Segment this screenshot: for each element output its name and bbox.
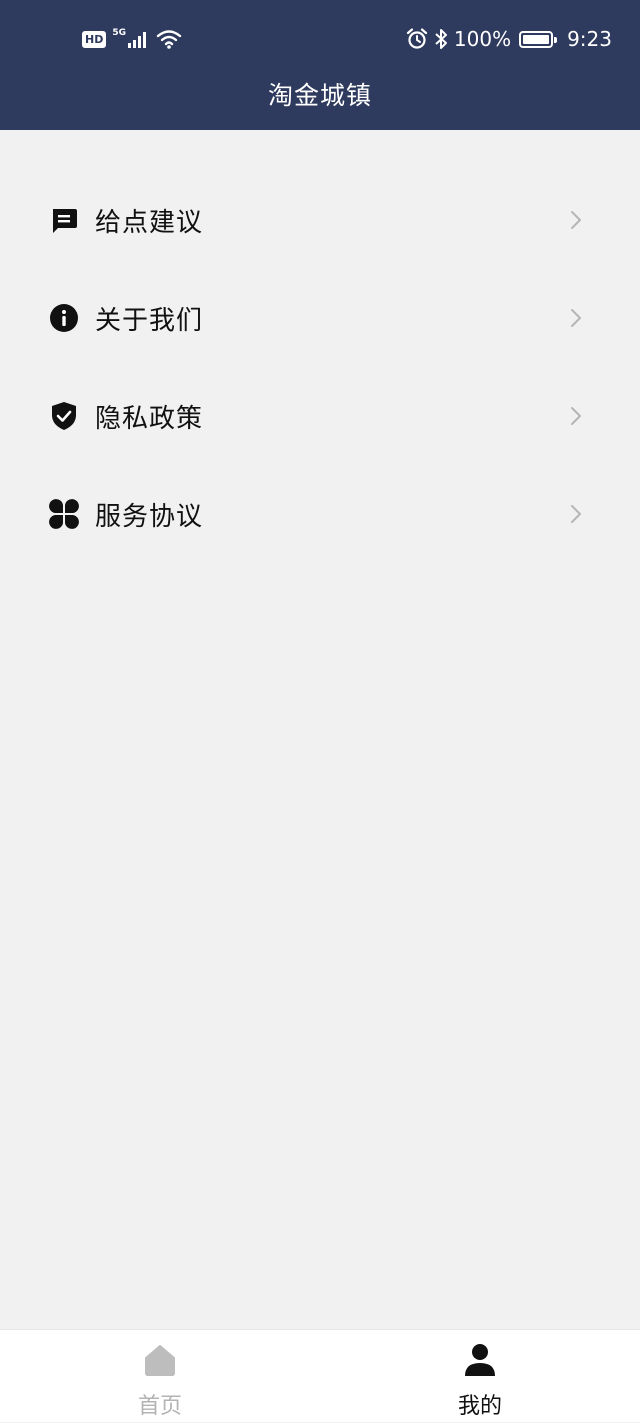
clover-icon [48, 498, 80, 530]
battery-percent: 100% [453, 27, 512, 51]
menu-item-label: 隐私政策 [95, 403, 204, 434]
menu-item-feedback[interactable]: 给点建议 [0, 171, 640, 269]
tab-label: 首页 [137, 1394, 182, 1419]
app-header: HD 5G 100% 9:23 淘金城镇 [0, 0, 640, 130]
hd-badge: HD [82, 30, 107, 48]
menu-item-label: 服务协议 [95, 501, 204, 532]
battery-fill [523, 34, 550, 44]
battery-icon [519, 30, 558, 48]
signal-icon [128, 32, 146, 48]
menu-item-service-agreement[interactable]: 服务协议 [0, 465, 640, 563]
tab-label: 我的 [457, 1394, 502, 1419]
shield-check-icon [48, 400, 80, 432]
chevron-right-icon [571, 309, 581, 327]
bottom-tab-bar: 首页 我的 [0, 1329, 640, 1422]
status-bar-right: 100% 9:23 [406, 24, 612, 54]
info-icon [48, 302, 80, 334]
person-icon [465, 1344, 495, 1376]
menu-item-about[interactable]: 关于我们 [0, 269, 640, 367]
chevron-right-icon [571, 407, 581, 425]
message-icon [48, 204, 80, 236]
chevron-right-icon [571, 505, 581, 523]
wifi-icon [156, 30, 182, 49]
network-type: 5G [112, 27, 126, 38]
menu-item-label: 关于我们 [95, 305, 204, 336]
clock: 9:23 [567, 27, 612, 51]
status-bar-left: HD 5G [82, 26, 182, 52]
chevron-right-icon [571, 211, 581, 229]
tab-mine[interactable]: 我的 [410, 1330, 550, 1423]
alarm-icon [406, 28, 427, 49]
home-icon [145, 1345, 175, 1376]
menu-item-privacy[interactable]: 隐私政策 [0, 367, 640, 465]
page-title: 淘金城镇 [267, 81, 372, 110]
bluetooth-icon [435, 29, 447, 49]
menu-item-label: 给点建议 [95, 207, 204, 238]
settings-menu: 给点建议 关于我们 隐私政策 服务协议 [0, 171, 640, 563]
tab-home[interactable]: 首页 [90, 1330, 230, 1423]
